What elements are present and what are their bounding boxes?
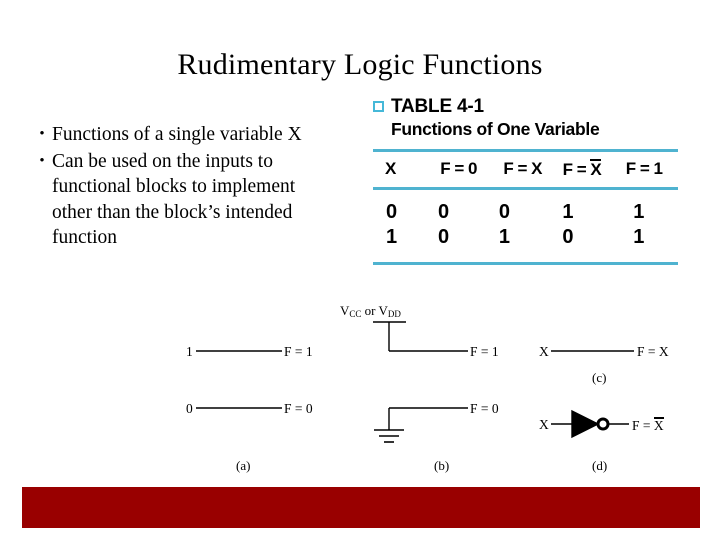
- table-cell: 1: [633, 201, 645, 223]
- figure-a-top-output: F = 1: [284, 344, 313, 359]
- figure-c-input: X: [539, 344, 549, 359]
- figure-a-bottom-output: F = 0: [284, 401, 313, 416]
- table-row: 1 0 1 0 1: [373, 225, 683, 250]
- figure-c-output: F = X: [637, 344, 669, 360]
- table-rule-top: [373, 149, 678, 152]
- supply-sub-cc: CC: [349, 309, 362, 319]
- supply-label-vcc-vdd: VCC or VDD: [340, 303, 401, 319]
- inverter-triangle-icon: [571, 409, 600, 439]
- table-caption-row: TABLE 4-1: [373, 96, 683, 118]
- figure-c-output-var: X: [658, 344, 669, 359]
- table-body: 0 0 0 1 1 1 0 1 0 1: [373, 200, 683, 250]
- square-bullet-icon: [373, 101, 384, 112]
- bullet-list: • Functions of a single variable X • Can…: [32, 122, 332, 252]
- figure-c-output-prefix: F =: [637, 344, 659, 359]
- table-cell: 0: [562, 226, 574, 248]
- figure-a-bottom-input: 0: [186, 401, 193, 416]
- table-4-1: TABLE 4-1 Functions of One Variable X F …: [373, 96, 683, 265]
- table-cell: 0: [438, 201, 450, 223]
- bullet-marker-icon: •: [39, 152, 45, 169]
- footer-bar: [22, 487, 700, 528]
- table-subcaption: Functions of One Variable: [391, 119, 600, 139]
- table-cell: 0: [498, 201, 511, 223]
- table-cell: 1: [386, 226, 398, 248]
- figure-a-top-input: 1: [186, 344, 193, 359]
- bullet-text: Can be used on the inputs to functional …: [52, 150, 296, 249]
- figure-b-bottom-output: F = 0: [470, 401, 499, 416]
- table-header-row: X F = 0 F = X F = X F = 1: [373, 159, 683, 180]
- table-row: 0 0 0 1 1: [373, 200, 683, 225]
- figure-d-output: F = X: [632, 417, 664, 434]
- bullet-text: Functions of a single variable X: [52, 124, 302, 145]
- table-caption: TABLE 4-1: [391, 96, 484, 117]
- table-rule-bottom: [373, 262, 678, 265]
- table-header-cell-fx: F = X: [503, 159, 543, 178]
- overbar-x-glyph: X: [590, 159, 602, 179]
- table-cell: 0: [438, 226, 450, 248]
- table-rule-middle: [373, 187, 678, 190]
- supply-mid: or V: [361, 303, 388, 318]
- table-header-cell-f1: F = 1: [625, 159, 663, 178]
- figure-b-top-output: F = 1: [470, 344, 499, 359]
- figure-d-output-prefix: F =: [632, 418, 654, 433]
- inverter-bubble-icon: [596, 417, 610, 431]
- table-cell: 1: [633, 226, 645, 248]
- page-title: Rudimentary Logic Functions: [177, 48, 543, 81]
- list-item: • Can be used on the inputs to functiona…: [32, 149, 332, 251]
- figure-label-c: (c): [592, 370, 607, 385]
- bullet-marker-icon: •: [39, 126, 45, 142]
- table-cell: 1: [562, 201, 574, 223]
- figure-label-a: (a): [236, 458, 251, 473]
- table-cell: 0: [386, 201, 398, 223]
- figure-label-d: (d): [592, 458, 608, 473]
- overbar-x-glyph: X: [653, 417, 664, 433]
- table-cell: 1: [498, 226, 511, 248]
- figure-label-b: (b): [434, 458, 450, 473]
- table-header-fnotx-prefix: F =: [562, 160, 591, 179]
- table-header-cell-x: X: [385, 159, 396, 178]
- supply-sub-dd: DD: [387, 309, 401, 319]
- figure-d-input: X: [539, 417, 549, 432]
- supply-prefix: V: [340, 303, 350, 318]
- table-header-cell-f0: F = 0: [440, 159, 477, 178]
- table-header-cell-fnotx: F = X: [563, 159, 626, 180]
- list-item: • Functions of a single variable X: [32, 122, 332, 148]
